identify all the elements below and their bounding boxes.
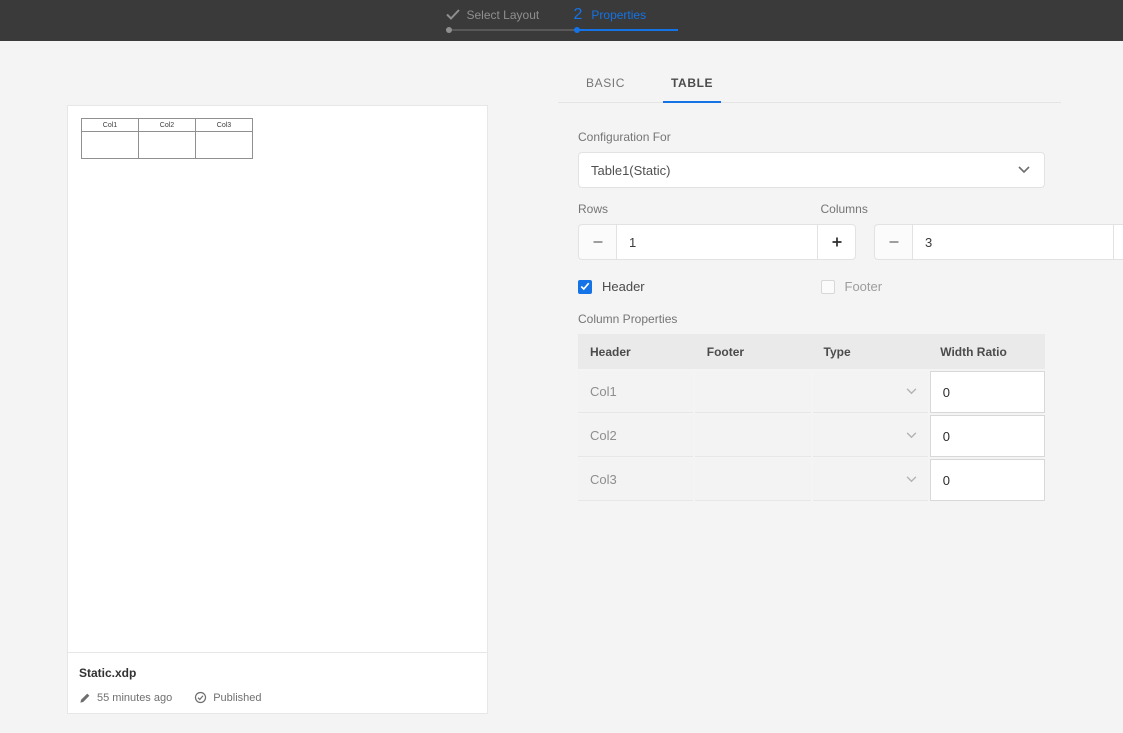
header-checkbox-label: Header [602, 279, 645, 294]
select-value: Table1(Static) [591, 163, 670, 178]
step-dot [446, 27, 452, 33]
rows-input[interactable] [616, 224, 818, 260]
step-track-active [574, 29, 678, 31]
minus-icon [592, 236, 604, 248]
header-checkbox[interactable] [578, 280, 592, 294]
columns-decrement-button[interactable] [874, 224, 912, 260]
columns-input[interactable] [912, 224, 1114, 260]
column-properties-label: Column Properties [578, 312, 1045, 326]
wizard-topbar: Select Layout 2 Properties [0, 0, 1123, 41]
thumbnail-table-body-row [82, 132, 253, 159]
chevron-down-icon [906, 476, 917, 483]
rows-stepper [578, 224, 856, 260]
width-ratio-cell [930, 459, 1045, 501]
column-footer-field [695, 459, 810, 501]
column-footer-field [695, 371, 810, 413]
table-properties-form: Configuration For Table1(Static) Rows Co… [578, 130, 1045, 501]
table-row: Col3 [578, 459, 1045, 501]
rows-increment-button[interactable] [818, 224, 856, 260]
column-type-select [813, 459, 928, 501]
width-ratio-input[interactable] [930, 371, 1045, 413]
thumbnail-header-cell: Col3 [196, 119, 253, 132]
column-properties-table: Header Footer Type Width Ratio Col1 [578, 334, 1045, 501]
steppers-row [578, 224, 1045, 260]
configuration-for-select[interactable]: Table1(Static) [578, 152, 1045, 188]
col-header-width-ratio: Width Ratio [928, 345, 1045, 359]
file-meta: 55 minutes ago Published [79, 691, 476, 704]
status-meta: Published [194, 691, 261, 704]
table-row: Col2 [578, 415, 1045, 457]
tab-table-label: TABLE [671, 76, 713, 90]
thumbnail-body-cell [82, 132, 139, 159]
column-type-select [813, 415, 928, 457]
column-header-field: Col3 [578, 459, 693, 501]
step-select-layout[interactable]: Select Layout [446, 6, 574, 41]
step-properties-label-row: 2 Properties [574, 6, 678, 23]
col-header-header: Header [578, 345, 695, 359]
check-icon [446, 9, 460, 20]
columns-stepper [874, 224, 1123, 260]
width-ratio-cell [930, 415, 1045, 457]
columns-increment-button[interactable] [1114, 224, 1123, 260]
chevron-down-icon [1018, 166, 1030, 174]
minus-icon [888, 236, 900, 248]
thumbnail-body-cell [196, 132, 253, 159]
preview-card-footer: Static.xdp 55 minutes ago Published [68, 652, 487, 713]
header-checkbox-row: Header [578, 279, 803, 294]
step-number: 2 [574, 6, 583, 23]
columns-label: Columns [821, 202, 1046, 216]
thumbnail-header-cell: Col1 [82, 119, 139, 132]
wizard-stepper: Select Layout 2 Properties [446, 0, 678, 41]
footer-checkbox-row: Footer [821, 279, 1046, 294]
width-ratio-input[interactable] [930, 459, 1045, 501]
table-row: Col1 [578, 371, 1045, 413]
footer-checkbox [821, 280, 835, 294]
preview-card: Col1 Col2 Col3 Static.xdp 55 minutes ago [67, 105, 488, 714]
stepper-labels-row: Rows Columns [578, 202, 1045, 216]
tab-bar: BASIC TABLE [558, 60, 1061, 103]
thumbnail-body-cell [139, 132, 196, 159]
published-icon [194, 691, 207, 704]
checkbox-check-icon [580, 282, 590, 291]
column-footer-field [695, 415, 810, 457]
thumbnail-header-cell: Col2 [139, 119, 196, 132]
column-properties-header-row: Header Footer Type Width Ratio [578, 334, 1045, 369]
tab-table[interactable]: TABLE [663, 76, 721, 103]
plus-icon [831, 236, 843, 248]
chevron-down-icon [906, 388, 917, 395]
page: Select Layout 2 Properties Col1 Col2 Col… [0, 0, 1123, 733]
properties-panel: BASIC TABLE Configuration For Table1(Sta… [558, 60, 1061, 501]
column-header-field: Col2 [578, 415, 693, 457]
width-ratio-cell [930, 371, 1045, 413]
width-ratio-input[interactable] [930, 415, 1045, 457]
form-thumbnail: Col1 Col2 Col3 [68, 106, 487, 652]
col-header-type: Type [812, 345, 929, 359]
tab-basic[interactable]: BASIC [578, 76, 633, 103]
checkboxes-row: Header Footer [578, 279, 1045, 294]
step-label: Select Layout [467, 8, 540, 22]
pencil-icon [79, 692, 91, 704]
modified-text: 55 minutes ago [97, 692, 172, 704]
filename: Static.xdp [79, 666, 476, 680]
thumbnail-table: Col1 Col2 Col3 [81, 118, 253, 159]
rows-label: Rows [578, 202, 803, 216]
rows-decrement-button[interactable] [578, 224, 616, 260]
column-type-select [813, 371, 928, 413]
col-header-footer: Footer [695, 345, 812, 359]
configuration-for-label: Configuration For [578, 130, 1045, 144]
tab-basic-label: BASIC [586, 76, 625, 90]
footer-checkbox-label: Footer [845, 279, 883, 294]
modified-meta: 55 minutes ago [79, 692, 172, 704]
chevron-down-icon [906, 432, 917, 439]
step-select-layout-label-row: Select Layout [446, 6, 574, 23]
status-badge: Published [213, 692, 261, 704]
column-header-field: Col1 [578, 371, 693, 413]
step-dot [574, 27, 580, 33]
thumbnail-table-header-row: Col1 Col2 Col3 [82, 119, 253, 132]
step-label: Properties [591, 8, 646, 22]
step-track-completed [446, 29, 574, 31]
step-properties[interactable]: 2 Properties [574, 6, 678, 41]
